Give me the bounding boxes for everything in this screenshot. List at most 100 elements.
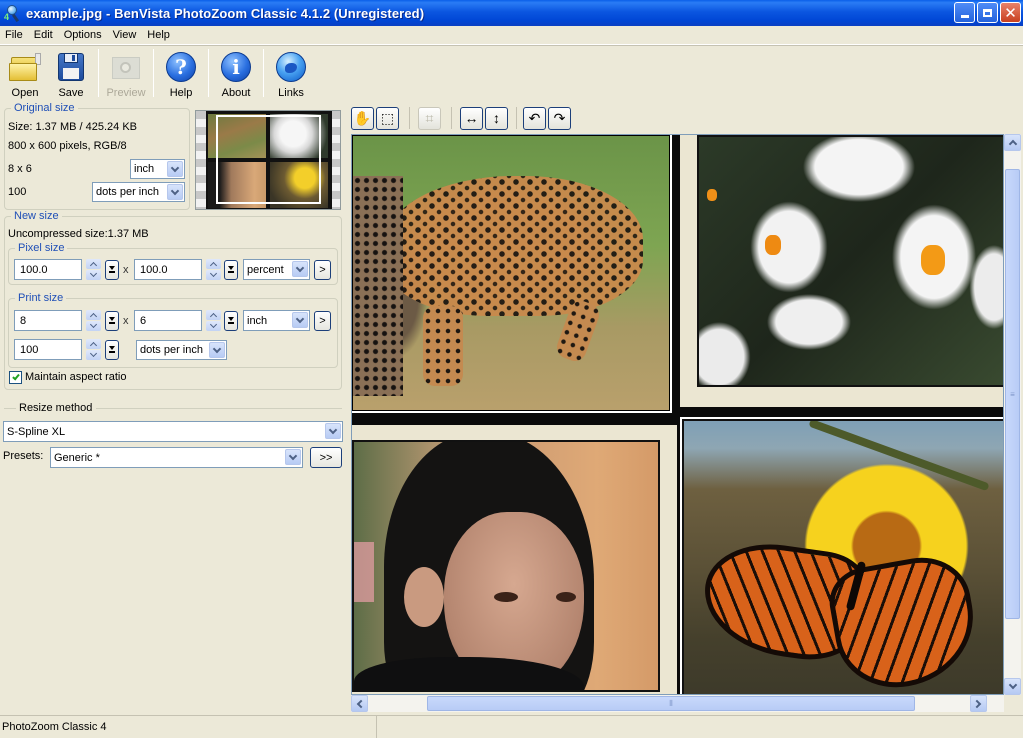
rotate-right-button[interactable]: ↷ <box>548 106 571 130</box>
presets-select[interactable]: Generic * <box>50 447 303 468</box>
status-cell-empty <box>377 716 1023 738</box>
about-label: About <box>221 87 251 99</box>
scroll-left-button[interactable] <box>351 695 368 712</box>
print-resolution-spinner[interactable] <box>86 339 101 360</box>
status-text: PhotoZoom Classic 4 <box>0 716 377 738</box>
resize-method-rule <box>96 408 342 409</box>
dropdown-bar-icon <box>228 266 234 273</box>
background-pink <box>354 542 374 602</box>
spin-up-icon[interactable] <box>86 259 101 269</box>
resize-method-value: S-Spline XL <box>7 425 66 438</box>
print-unit-select[interactable]: inch <box>243 310 310 331</box>
links-button[interactable]: Links <box>268 47 314 99</box>
folder-open-icon <box>9 51 41 83</box>
print-width-spinner[interactable] <box>86 310 101 331</box>
print-height-preset-button[interactable] <box>224 311 238 331</box>
scroll-down-button[interactable] <box>1004 678 1021 695</box>
navigator-viewport-rect[interactable] <box>216 115 321 204</box>
preview-magnifier-icon <box>110 51 142 83</box>
pixel-width-spinner[interactable] <box>86 259 101 280</box>
photo-crocus <box>697 135 1003 387</box>
viewer-toolbar-separator <box>516 107 517 129</box>
presets-more-button[interactable]: >> <box>310 447 342 468</box>
spin-down-icon[interactable] <box>206 321 221 331</box>
pixel-unit-select[interactable]: percent <box>243 259 310 280</box>
maintain-aspect-label[interactable]: Maintain aspect ratio <box>25 371 127 383</box>
print-resolution-preset-button[interactable] <box>105 340 119 360</box>
about-button[interactable]: i About <box>213 47 259 99</box>
pixel-height-input[interactable]: 100.0 <box>134 259 202 280</box>
viewer-toolbar-separator <box>409 107 410 129</box>
save-button[interactable]: Save <box>48 47 94 99</box>
horizontal-scroll-thumb[interactable]: ⦀ <box>427 696 915 711</box>
info-icon: i <box>220 51 252 83</box>
spin-down-icon[interactable] <box>86 270 101 280</box>
rotate-left-button[interactable]: ↶ <box>523 106 546 130</box>
original-unit-value: inch <box>134 163 155 175</box>
spin-up-icon[interactable] <box>206 259 221 269</box>
restore-button[interactable] <box>977 2 998 23</box>
print-height-input[interactable]: 6 <box>134 310 202 331</box>
fit-width-button[interactable]: ↔ <box>460 106 483 130</box>
vertical-scrollbar[interactable]: ≡ <box>1004 134 1021 695</box>
menu-help[interactable]: Help <box>142 29 176 41</box>
menu-options[interactable]: Options <box>59 29 108 41</box>
photozoom-magnifier-icon[interactable]: 4 <box>4 4 22 23</box>
print-resolution-input[interactable]: 100 <box>14 339 82 360</box>
print-width-input[interactable]: 8 <box>14 310 82 331</box>
maintain-aspect-checkbox[interactable] <box>9 371 22 384</box>
viewer-toolbar-separator <box>451 107 452 129</box>
hand-tool-button[interactable]: ✋ <box>351 106 374 130</box>
select-tool-button[interactable]: ⬚ <box>376 106 399 130</box>
pixel-size-more-button[interactable]: > <box>314 260 331 280</box>
horizontal-scrollbar[interactable]: ⦀ <box>351 695 1004 712</box>
original-resolution-unit-select[interactable]: dots per inch <box>92 182 185 202</box>
settings-panel: Original size Size: 1.37 MB / 425.24 KB … <box>0 102 346 714</box>
scroll-up-button[interactable] <box>1004 134 1021 151</box>
spin-down-icon[interactable] <box>86 350 101 360</box>
print-height-spinner[interactable] <box>206 310 221 331</box>
print-width-preset-button[interactable] <box>105 311 119 331</box>
pixel-height-spinner[interactable] <box>206 259 221 280</box>
print-size-more-label: > <box>319 315 326 327</box>
crop-tool-button[interactable]: ⌗ <box>418 106 441 130</box>
hand-icon: ✋ <box>353 109 372 126</box>
menu-edit[interactable]: Edit <box>29 29 59 41</box>
presets-label: Presets: <box>3 450 44 462</box>
pixel-height-preset-button[interactable] <box>224 260 238 280</box>
image-viewport[interactable] <box>351 134 1004 695</box>
chevron-down-icon <box>325 423 341 439</box>
chevron-down-icon <box>292 312 308 328</box>
open-label: Open <box>11 87 39 99</box>
crop-icon: ⌗ <box>425 109 434 126</box>
pixel-width-input[interactable]: 100.0 <box>14 259 82 280</box>
original-unit-select[interactable]: inch <box>130 159 185 179</box>
spin-up-icon[interactable] <box>86 339 101 349</box>
help-button[interactable]: ? Help <box>158 47 204 99</box>
menu-view[interactable]: View <box>108 29 143 41</box>
scroll-right-button[interactable] <box>970 695 987 712</box>
fit-height-button[interactable]: ↕ <box>485 106 508 130</box>
spin-up-icon[interactable] <box>86 310 101 320</box>
resize-method-select[interactable]: S-Spline XL <box>3 421 343 442</box>
globe-icon <box>275 51 307 83</box>
print-resolution-unit-select[interactable]: dots per inch <box>136 340 227 360</box>
navigator-thumbnail[interactable] <box>195 110 341 210</box>
toolbar-separator <box>263 49 264 97</box>
menu-file[interactable]: File <box>0 29 29 41</box>
spin-down-icon[interactable] <box>86 321 101 331</box>
open-button[interactable]: Open <box>2 47 48 99</box>
pixel-width-preset-button[interactable] <box>105 260 119 280</box>
jaguar-leg <box>423 306 463 386</box>
photo-jaguar <box>352 135 672 413</box>
chevron-down-icon <box>285 449 301 465</box>
chevron-right-icon <box>972 699 982 708</box>
close-button[interactable]: ✕ <box>1000 2 1021 23</box>
spin-down-icon[interactable] <box>206 270 221 280</box>
print-size-more-button[interactable]: > <box>314 311 331 331</box>
print-resolution-unit-value: dots per inch <box>140 344 203 356</box>
minimize-button[interactable] <box>954 2 975 23</box>
vertical-scroll-thumb[interactable]: ≡ <box>1005 169 1020 619</box>
spin-up-icon[interactable] <box>206 310 221 320</box>
preview-button[interactable]: Preview <box>103 47 149 99</box>
